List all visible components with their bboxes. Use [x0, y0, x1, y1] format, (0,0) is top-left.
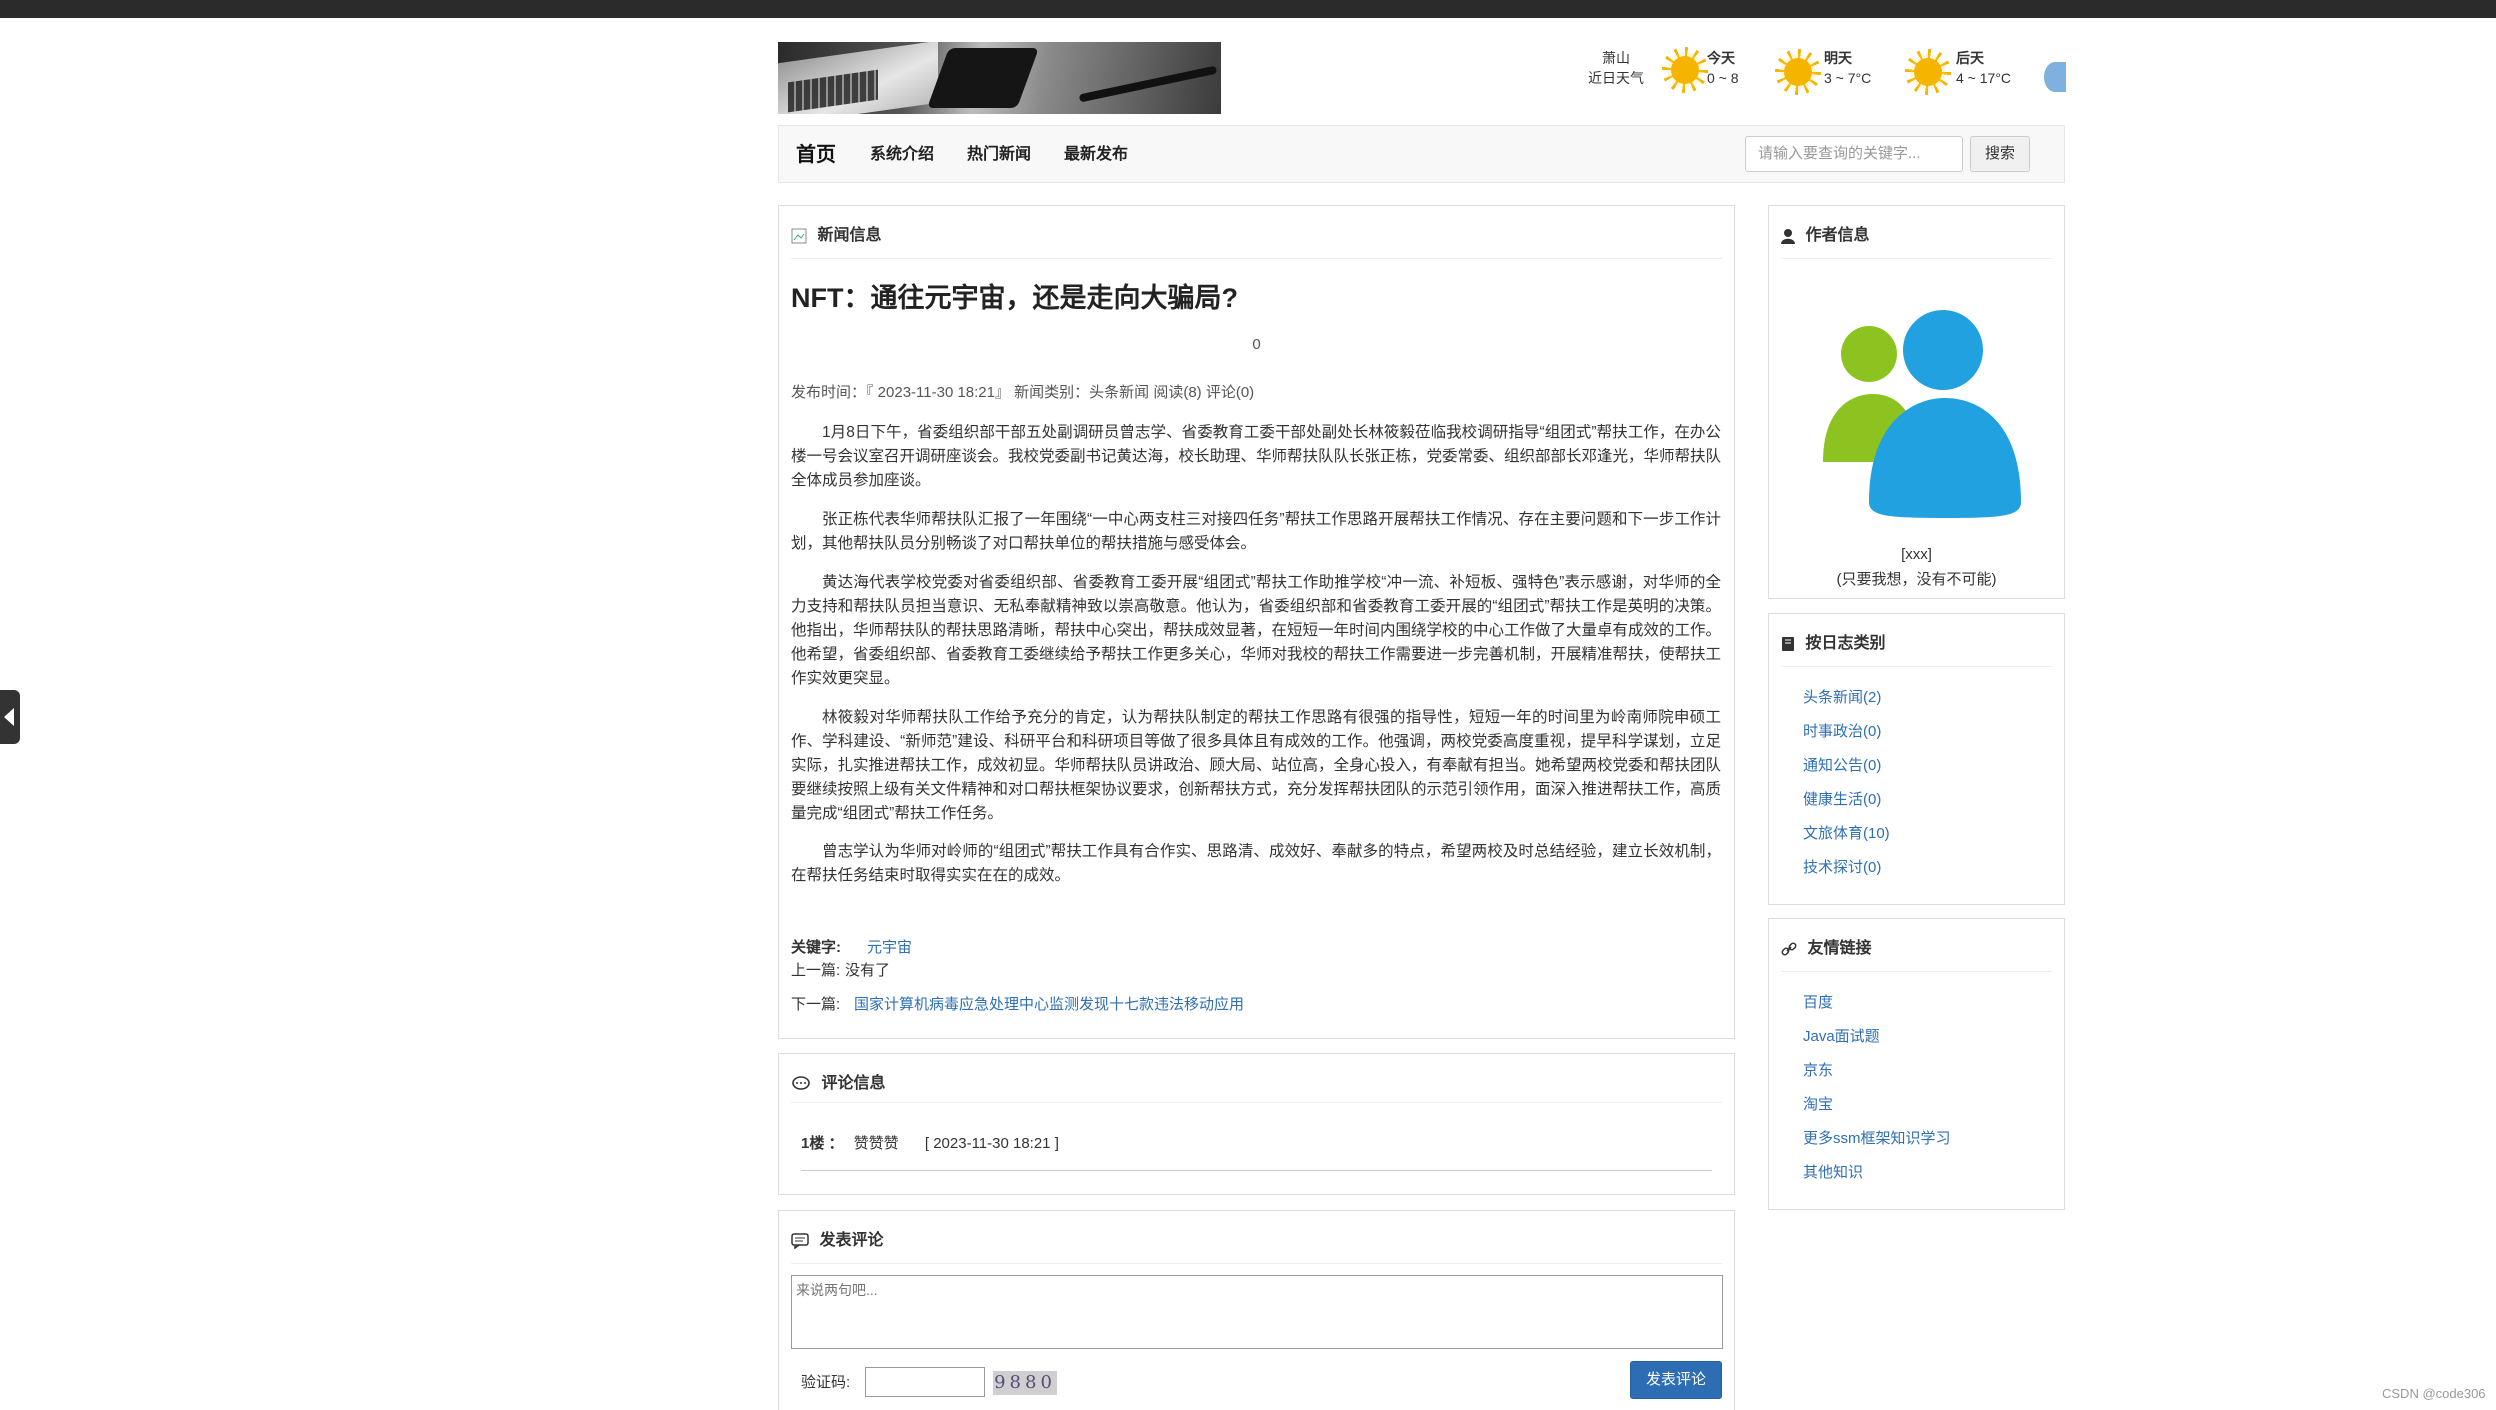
moon-icon	[2044, 62, 2066, 92]
friend-link[interactable]: 其他知识	[1803, 1161, 1863, 1182]
article-paragraph: 黄达海代表学校党委对省委组织部、省委教育工委开展“组团式”帮扶工作助推学校“冲一…	[791, 574, 1722, 687]
friend-link[interactable]: 更多ssm框架知识学习	[1803, 1127, 1951, 1148]
captcha-image[interactable]: 9880	[993, 1371, 1057, 1395]
article-meta: 发布时间：『 2023-11-30 18:21』 新闻类别：头条新闻 阅读(8)…	[791, 384, 1255, 401]
article-paragraph: 曾志学认为华师对岭师的“组团式”帮扶工作具有合作实、思路清、成效好、奉献多的特点…	[791, 843, 1721, 884]
comment-textarea[interactable]	[791, 1275, 1723, 1349]
comment-floor: 1楼 ：	[801, 1135, 844, 1152]
prev-value: 没有了	[845, 962, 891, 979]
article-paragraph: 1月8日下午，省委组织部干部五处副调研员曾志学、省委教育工委干部处副处长林筱毅莅…	[791, 424, 1722, 489]
nav-home[interactable]: 首页	[796, 126, 836, 184]
friend-link[interactable]: 百度	[1803, 991, 1833, 1012]
search-input[interactable]: 请输入要查询的关键字...	[1745, 136, 1963, 172]
author-section-title: 作者信息	[1805, 227, 1870, 244]
comment-user: 赞赞赞	[853, 1135, 899, 1152]
weather-day-label: 明天	[1824, 50, 1852, 66]
news-section-title: 新闻信息	[817, 227, 882, 244]
news-section-header: 新闻信息	[791, 218, 881, 254]
category-link[interactable]: 时事政治(0)	[1803, 720, 1881, 741]
post-comment-header: 发表评论	[791, 1223, 883, 1259]
links-section-title: 友情链接	[1807, 940, 1872, 957]
friend-link[interactable]: 淘宝	[1803, 1093, 1833, 1114]
category-section-title: 按日志类别	[1805, 635, 1886, 652]
link-icon	[1781, 942, 1797, 956]
watermark: CSDN @code306	[2382, 1386, 2486, 1401]
comments-panel: 评论信息 1楼 ： 赞赞赞 [ 2023-11-30 18:21 ]	[778, 1053, 1735, 1195]
article-paragraph: 张正栋代表华师帮扶队汇报了一年围绕“一中心两支柱三对接四任务”帮扶工作思路开展帮…	[791, 511, 1721, 552]
book-icon	[1782, 636, 1794, 651]
chevron-left-icon	[4, 708, 14, 726]
captcha-label: 验证码:	[801, 1374, 851, 1391]
sun-icon	[1775, 49, 1821, 95]
weather-city-sub: 近日天气	[1588, 70, 1644, 86]
comment-bubble-icon	[791, 1233, 809, 1249]
friend-links-panel: 友情链接 百度 Java面试题 京东 淘宝 更多ssm框架知识学习 其他知识	[1768, 918, 2065, 1210]
main-navbar: 首页 系统介绍 热门新闻 最新发布 请输入要查询的关键字... 搜索	[778, 125, 2065, 183]
nav-latest[interactable]: 最新发布	[1064, 126, 1128, 184]
user-icon	[1781, 228, 1795, 244]
post-comment-panel: 发表评论 验证码: 9880 发表评论	[778, 1210, 1735, 1410]
view-count: 0	[1252, 336, 1261, 353]
nav-hot-news[interactable]: 热门新闻	[967, 126, 1031, 184]
category-panel: 按日志类别 头条新闻(2) 时事政治(0) 通知公告(0) 健康生活(0) 文旅…	[1768, 613, 2065, 905]
author-section-header: 作者信息	[1781, 218, 1869, 254]
keyword-link[interactable]: 元宇宙	[867, 936, 912, 957]
weather-day-temp: 0 ~ 8	[1707, 70, 1739, 86]
nav-system-intro[interactable]: 系统介绍	[870, 126, 934, 184]
sun-icon	[1905, 49, 1951, 95]
keyword-label: 关键字:	[791, 939, 841, 956]
side-collapse-tab[interactable]	[0, 690, 20, 744]
sun-icon	[1662, 47, 1708, 93]
author-motto: (只要我想，没有不可能)	[1836, 571, 1997, 588]
comment-item: 1楼 ： 赞赞赞 [ 2023-11-30 18:21 ]	[801, 1132, 1059, 1153]
next-label: 下一篇:	[791, 996, 841, 1013]
browser-top-bar	[0, 0, 2496, 18]
weather-day-label: 今天	[1707, 50, 1735, 66]
weather-day-label: 后天	[1956, 50, 1984, 66]
news-panel: 新闻信息 NFT：通往元宇宙，还是走向大骗局? 0 发布时间：『 2023-11…	[778, 205, 1735, 1039]
next-article-link[interactable]: 国家计算机病毒应急处理中心监测发现十七款违法移动应用	[854, 993, 1244, 1014]
friend-link[interactable]: Java面试题	[1803, 1025, 1880, 1046]
links-section-header: 友情链接	[1781, 931, 1871, 967]
avatar	[1823, 310, 2021, 518]
prev-label: 上一篇:	[791, 962, 841, 979]
category-section-header: 按日志类别	[1781, 626, 1885, 662]
comments-section-header: 评论信息	[791, 1066, 885, 1102]
captcha-input[interactable]	[865, 1367, 985, 1397]
article-title: NFT：通往元宇宙，还是走向大骗局?	[791, 283, 1238, 313]
weather-day-temp: 4 ~ 17°C	[1956, 70, 2012, 86]
author-name: [xxx]	[1901, 546, 1932, 563]
category-link[interactable]: 健康生活(0)	[1803, 788, 1881, 809]
category-link[interactable]: 技术探讨(0)	[1803, 856, 1881, 877]
category-link[interactable]: 头条新闻(2)	[1803, 686, 1881, 707]
header-banner-image	[778, 42, 1221, 114]
category-link[interactable]: 通知公告(0)	[1803, 754, 1881, 775]
article-paragraph: 林筱毅对华师帮扶队工作给予充分的肯定，认为帮扶队制定的帮扶工作思路有很强的指导性…	[791, 709, 1722, 822]
search-button[interactable]: 搜索	[1970, 136, 2030, 172]
comment-time: [ 2023-11-30 18:21 ]	[924, 1135, 1059, 1152]
weather-day-temp: 3 ~ 7°C	[1824, 70, 1872, 86]
broken-image-icon	[791, 228, 807, 244]
author-panel: 作者信息 [xxx] (只要我想，没有不可能)	[1768, 205, 2065, 599]
post-comment-title: 发表评论	[819, 1232, 884, 1249]
weather-city: 萧山	[1602, 50, 1630, 66]
friend-link[interactable]: 京东	[1803, 1059, 1833, 1080]
comments-icon	[792, 1075, 810, 1090]
submit-comment-button[interactable]: 发表评论	[1630, 1361, 1722, 1399]
comments-section-title: 评论信息	[821, 1075, 886, 1092]
category-link[interactable]: 文旅体育(10)	[1803, 822, 1890, 843]
